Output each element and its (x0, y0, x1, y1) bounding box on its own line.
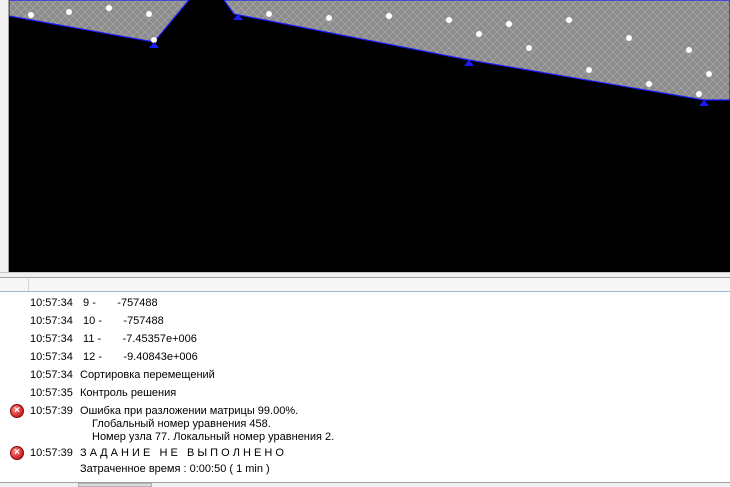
log-time: 10:57:39 (30, 405, 73, 417)
log-time: 10:57:34 (30, 333, 73, 345)
log-panel: 10:57:34 9 - -757488 10:57:34 10 - -7574… (0, 278, 730, 487)
log-message: 10 - -757488 (80, 315, 164, 327)
log-header (0, 278, 730, 292)
log-detail: Номер узла 77. Локальный номер уравнения… (92, 431, 335, 443)
viewport-left-border (0, 0, 9, 272)
log-header-icon-column[interactable] (0, 278, 29, 291)
log-message: Сортировка перемещений (80, 369, 215, 381)
model-viewport[interactable] (0, 0, 730, 272)
log-detail: Затраченное время : 0:00:50 ( 1 min ) (80, 463, 270, 475)
error-icon: × (10, 404, 24, 418)
log-time: 10:57:39 (30, 447, 73, 459)
log-message: 9 - -757488 (80, 297, 158, 309)
horizontal-scrollbar[interactable] (0, 482, 730, 487)
log-detail: Глобальный номер уравнения 458. (92, 418, 271, 430)
log-header-message-column[interactable] (28, 278, 728, 291)
log-time: 10:57:34 (30, 315, 73, 327)
mesh-plate-left (9, 0, 190, 43)
mesh-plate-right (223, 0, 730, 101)
log-message: 11 - -7.45357e+006 (80, 333, 197, 345)
log-list: 10:57:34 9 - -757488 10:57:34 10 - -7574… (0, 292, 730, 482)
log-time: 10:57:34 (30, 351, 73, 363)
log-time: 10:57:35 (30, 387, 73, 399)
scrollbar-thumb[interactable] (78, 483, 152, 487)
log-time: 10:57:34 (30, 369, 73, 381)
log-message: 12 - -9.40843e+006 (80, 351, 198, 363)
error-icon: × (10, 446, 24, 460)
log-message: Контроль решения (80, 387, 177, 399)
log-time: 10:57:34 (30, 297, 73, 309)
mesh-canvas[interactable] (9, 0, 730, 272)
